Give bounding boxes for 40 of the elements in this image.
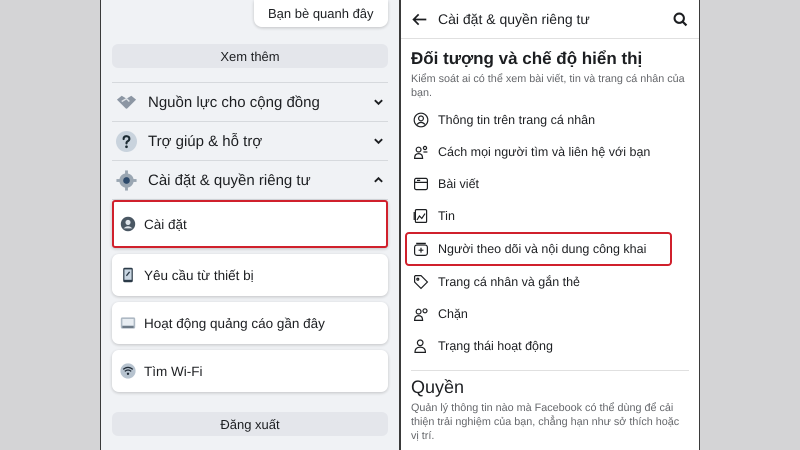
settings-item[interactable]: Thông tin trên trang cá nhân (405, 104, 622, 136)
story-icon (413, 208, 429, 224)
settings-item[interactable]: Chặn (405, 298, 494, 330)
see-more-button[interactable]: Xem thêm (112, 44, 388, 68)
monitor-icon (120, 315, 136, 331)
settings-item[interactable]: Cách mọi người tìm và liên hệ với bạn (405, 136, 676, 168)
menu-card[interactable]: Tìm Wi-Fi (112, 350, 388, 392)
section-description: Quản lý thông tin nào mà Facebook có thể dùng để cải thiện trải nghiệm của bạn, chẳng hạn như sở thích hoặc vị trí. (411, 401, 680, 443)
search-icon[interactable] (672, 10, 689, 28)
help-icon (115, 130, 138, 152)
chevron-up-icon[interactable] (373, 176, 384, 184)
person-icon (120, 216, 136, 232)
settings-item[interactable]: Người theo dõi và nội dung công khai (405, 232, 672, 266)
logout-button[interactable]: Đăng xuất (112, 412, 388, 436)
people-icon (413, 144, 429, 160)
nearby-friends-card[interactable]: Bạn bè quanh đây (254, 0, 388, 27)
wifi-icon (120, 363, 136, 379)
phone-icon (120, 267, 136, 283)
section-heading: Quyền (411, 377, 466, 398)
settings-item[interactable]: Trạng thái hoạt động (405, 330, 579, 362)
section-heading: Đối tượng và chế độ hiển thị (411, 49, 644, 69)
settings-item[interactable]: Bài viết (405, 168, 505, 200)
block-icon (413, 306, 429, 322)
tag-icon (413, 274, 429, 290)
menu-card[interactable]: Yêu cầu từ thiết bị (112, 254, 388, 296)
menu-section-label: Trợ giúp & hỗ trợ (148, 132, 264, 150)
settings-item[interactable]: Tin (405, 200, 481, 232)
menu-card[interactable]: Cài đặt (112, 200, 388, 248)
person-circle-icon (413, 112, 429, 128)
menu-section-label: Nguồn lực cho cộng đồng (148, 94, 321, 110)
menu-section-label: Cài đặt & quyền riêng tư (148, 172, 312, 188)
person-icon (413, 338, 429, 354)
chevron-down-icon[interactable] (373, 137, 384, 145)
settings-item[interactable]: Trang cá nhân và gắn thẻ (405, 266, 606, 298)
menu-card[interactable]: Hoạt động quảng cáo gần đây (112, 302, 388, 344)
chevron-down-icon[interactable] (373, 98, 384, 106)
section-description: Kiểm soát ai có thể xem bài viết, tin và trang cá nhân của bạn. (411, 72, 686, 100)
page-title: Cài đặt & quyền riêng tư (438, 11, 591, 27)
post-icon (413, 176, 429, 192)
follow-icon (413, 241, 429, 257)
